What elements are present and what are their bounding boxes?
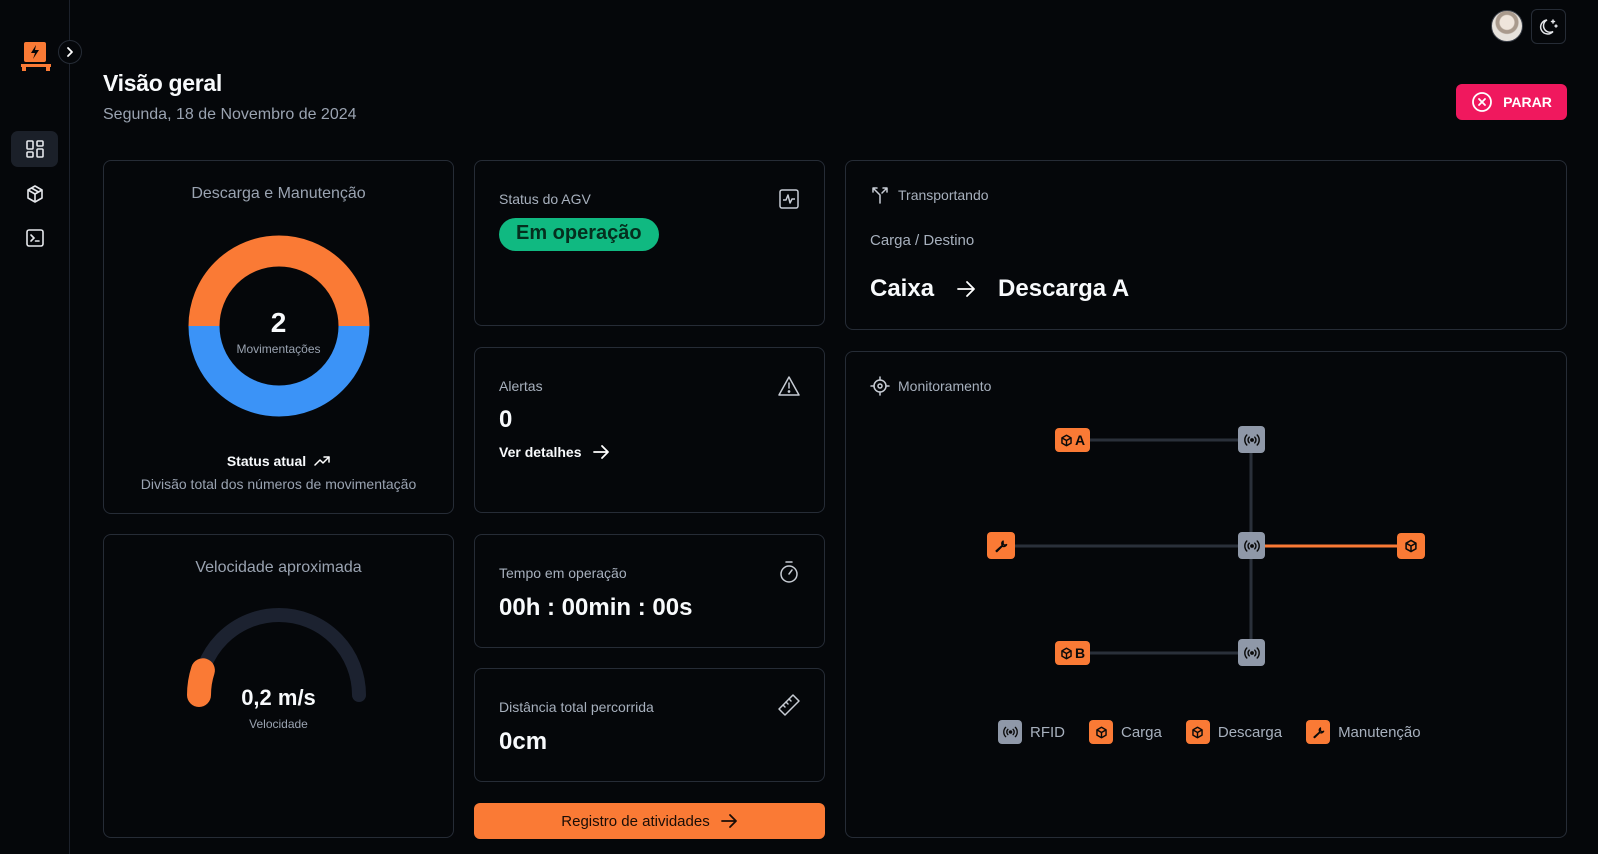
operation-time-label: Tempo em operação (499, 565, 627, 581)
current-date: Segunda, 18 de Novembro de 2024 (103, 106, 357, 123)
alerts-label: Alertas (499, 378, 543, 394)
legend-label: Descarga (1217, 723, 1283, 741)
rfid-node[interactable] (1238, 532, 1265, 559)
wrench-icon (1306, 720, 1331, 744)
sidebar (0, 0, 82, 854)
gauge-track (192, 608, 366, 702)
box-icon (1061, 434, 1072, 446)
alerts-details-link[interactable]: Ver detalhes (499, 444, 610, 460)
cargo-node-a-label: A (1074, 432, 1086, 448)
stopwatch-icon (780, 561, 798, 583)
cargo-node-a[interactable]: A (1055, 428, 1090, 452)
rfid-node[interactable] (1238, 426, 1265, 453)
movements-count-label: Movimentações (236, 342, 321, 356)
box-icon (1089, 720, 1113, 744)
activity-icon (779, 189, 799, 209)
crosshair-icon (870, 376, 890, 396)
agv-status-label: Status do AGV (499, 191, 591, 207)
legend-item-cargo: Carga (1089, 720, 1162, 744)
unloading-node[interactable] (1397, 533, 1425, 559)
user-avatar[interactable] (1491, 10, 1523, 42)
rfid-icon (1243, 433, 1260, 446)
monitoring-header: Monitoramento (870, 376, 991, 396)
arrow-right-icon (592, 445, 609, 459)
warning-icon (778, 376, 800, 396)
dashboard-icon (25, 140, 44, 158)
sidebar-item-dashboard[interactable] (11, 131, 58, 167)
sidebar-toggle-button[interactable] (58, 40, 82, 64)
sidebar-item-terminal[interactable] (11, 220, 58, 256)
activity-log-button[interactable]: Registro de atividades (474, 803, 825, 839)
movements-count: 2 (270, 307, 287, 338)
transport-cargo: Caixa (870, 275, 935, 302)
rfid-icon (998, 720, 1022, 744)
legend-label: Carga (1121, 723, 1162, 741)
alerts-count: 0 (499, 406, 513, 433)
rfid-node[interactable] (1238, 639, 1265, 666)
agv-status-card: Status do AGV Em operação (474, 160, 825, 326)
arrow-right-icon (720, 814, 737, 828)
speed-value: 0,2 m/s (241, 685, 316, 710)
moon-stars-icon (1539, 18, 1558, 35)
operation-time-value: 00h : 00min : 00s (499, 594, 693, 621)
legend-item-rfid: RFID (998, 720, 1065, 744)
wrench-icon (995, 539, 1008, 552)
cargo-node-b-label: B (1074, 645, 1086, 661)
terminal-icon (25, 229, 44, 247)
monitoring-card: Monitoramento (845, 351, 1567, 838)
transport-label: Transportando (898, 187, 989, 203)
box-icon (26, 185, 43, 203)
current-status: Status atual (104, 453, 453, 469)
alerts-card: Alertas 0 Ver detalhes (474, 347, 825, 513)
movements-footer: Divisão total dos números de movimentaçã… (140, 476, 417, 492)
ruler-icon (778, 694, 800, 716)
trending-up-icon (314, 456, 330, 466)
speed-value-label: Velocidade (249, 717, 308, 731)
sidebar-item-cargo[interactable] (11, 176, 58, 212)
legend-item-unloading: Descarga (1185, 720, 1283, 744)
cargo-node-b[interactable]: B (1055, 641, 1090, 665)
transport-destination: Descarga A (998, 275, 1130, 302)
transport-header: Transportando (870, 185, 989, 205)
alerts-details-label: Ver detalhes (499, 444, 582, 460)
movements-card: Descarga e Manutenção 2 Movimentações St… (103, 160, 454, 514)
agv-logo (20, 40, 52, 74)
stop-button[interactable]: PARAR (1456, 84, 1567, 120)
arrow-right-icon (957, 281, 975, 297)
distance-label: Distância total percorrida (499, 699, 654, 715)
stop-button-label: PARAR (1503, 94, 1552, 110)
distance-card: Distância total percorrida 0cm (474, 668, 825, 782)
activity-log-label: Registro de atividades (561, 812, 710, 830)
box-icon (1405, 539, 1417, 553)
speed-card: Velocidade aproximada 0,2 m/s Velocidade (103, 534, 454, 838)
theme-toggle-button[interactable] (1531, 9, 1566, 44)
legend-label: Manutenção (1338, 723, 1421, 741)
chevron-right-icon (67, 47, 73, 57)
transport-card: Transportando Carga / Destino Caixa Desc… (845, 160, 1567, 330)
box-icon (1061, 647, 1072, 659)
agv-status-badge: Em operação (499, 218, 659, 251)
maintenance-node[interactable] (987, 532, 1015, 559)
page-title: Visão geral (103, 70, 223, 96)
map-legend: RFID Carga Descarga Manutenção (998, 720, 1421, 744)
rfid-icon (1243, 539, 1260, 552)
close-circle-icon (1472, 92, 1493, 112)
transport-route: Caixa Descarga A (870, 275, 1129, 303)
split-arrow-icon (872, 187, 888, 204)
transport-sublabel: Carga / Destino (870, 232, 975, 249)
current-status-label: Status atual (226, 453, 307, 469)
legend-label: RFID (1030, 723, 1065, 741)
distance-value: 0cm (499, 728, 548, 755)
rfid-icon (1243, 646, 1260, 659)
legend-item-maintenance: Manutenção (1306, 720, 1421, 744)
operation-time-card: Tempo em operação 00h : 00min : 00s (474, 534, 825, 648)
box-icon (1185, 720, 1210, 744)
monitoring-label: Monitoramento (898, 378, 992, 394)
